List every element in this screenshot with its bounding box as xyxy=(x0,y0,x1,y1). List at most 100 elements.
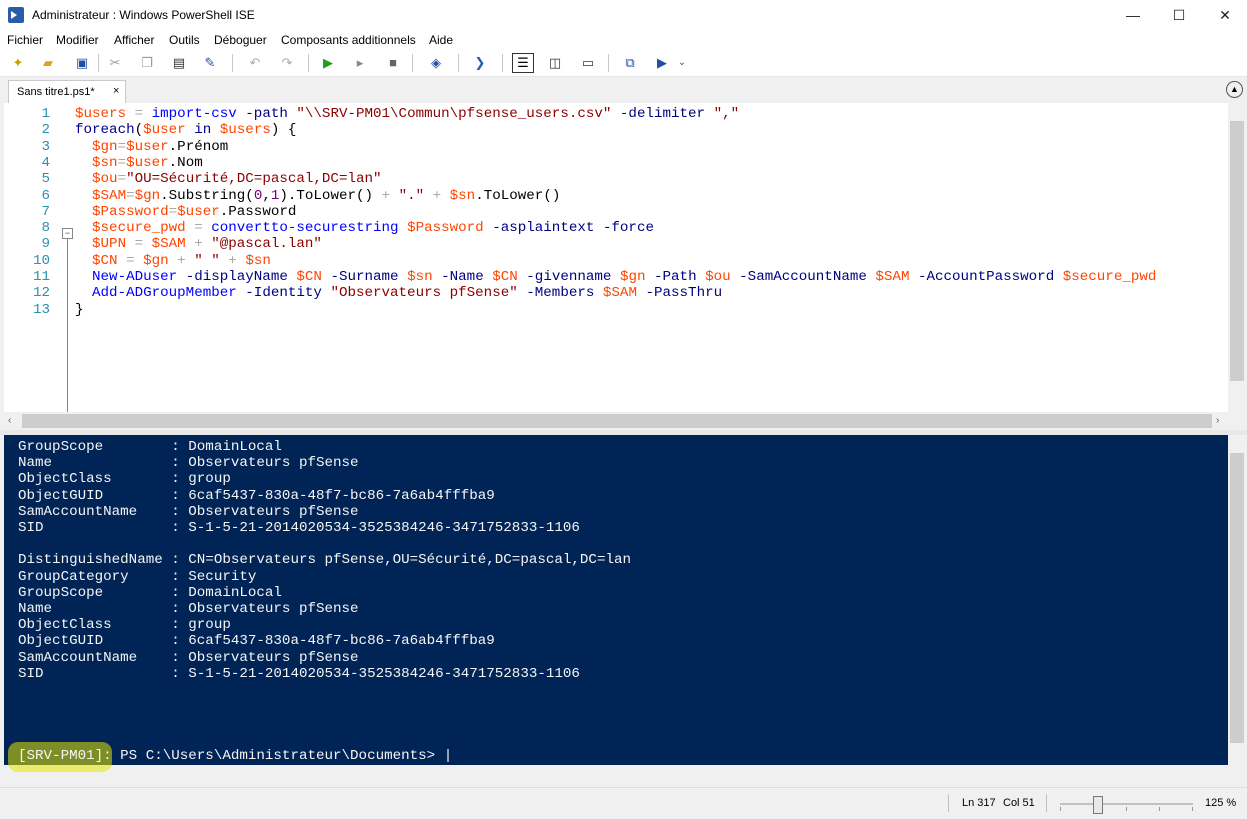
editor-vscroll-thumb[interactable] xyxy=(1230,121,1244,381)
run-selection-icon[interactable]: ▸ xyxy=(350,53,370,73)
line-number: 11 xyxy=(32,269,50,285)
menu-composants-additionnels[interactable]: Composants additionnels xyxy=(281,33,416,47)
toolbar-separator xyxy=(98,54,99,72)
powershell-icon[interactable]: ❯ xyxy=(470,53,490,73)
console-output-line: SID : S-1-5-21-2014020534-3525384246-347… xyxy=(18,665,580,682)
code-token: -force xyxy=(602,220,654,237)
menu-deboguer[interactable]: Déboguer xyxy=(214,33,267,47)
tab-close-icon[interactable]: × xyxy=(113,85,119,97)
minimize-button[interactable]: — xyxy=(1110,0,1156,30)
code-token: "@pascal.lan" xyxy=(211,236,322,253)
code-token: = xyxy=(117,138,127,155)
code-token: .ToLower() xyxy=(475,187,561,204)
code-token: = xyxy=(126,187,135,204)
code-line[interactable]: $users = import-csv -path "\\SRV-PM01\Co… xyxy=(75,106,739,122)
open-folder-icon[interactable]: ▰ xyxy=(38,53,58,73)
undo-icon[interactable]: ↶ xyxy=(245,53,265,73)
code-token: $CN xyxy=(92,252,118,269)
code-line[interactable]: New-ADuser -displayName $CN -Surname $sn… xyxy=(75,269,1156,285)
code-line[interactable]: $CN = $gn + " " + $sn xyxy=(75,253,271,269)
code-line[interactable]: $ou="OU=Sécurité,DC=pascal,DC=lan" xyxy=(75,171,381,187)
script-tabs: Sans titre1.ps1* × xyxy=(0,77,1247,103)
code-token: -Identity xyxy=(245,285,322,302)
scroll-right-icon[interactable]: › xyxy=(1216,415,1219,426)
paste-icon[interactable]: ▤ xyxy=(169,53,189,73)
code-line[interactable]: $Password=$user.Password xyxy=(75,204,296,220)
code-line[interactable]: Add-ADGroupMember -Identity "Observateur… xyxy=(75,285,722,301)
code-token: $UPN xyxy=(92,236,127,253)
layout-max-icon[interactable]: ▭ xyxy=(578,53,598,73)
code-line[interactable]: } xyxy=(75,302,84,318)
command-addon-icon[interactable]: ▶ xyxy=(652,53,672,73)
menu-aide[interactable]: Aide xyxy=(429,33,453,47)
console-output-line: ObjectGUID : 6caf5437-830a-48f7-bc86-7a6… xyxy=(18,633,495,650)
code-token: ) { xyxy=(270,122,297,139)
close-window-button[interactable]: ✕ xyxy=(1202,0,1247,30)
editor-vertical-scrollbar[interactable] xyxy=(1228,103,1246,412)
code-token: = xyxy=(126,236,152,253)
collapse-script-pane-icon[interactable]: ▲ xyxy=(1226,81,1243,98)
console-output-line: SamAccountName : Observateurs pfSense xyxy=(18,503,359,520)
code-token: $ou xyxy=(705,269,731,285)
copy-icon[interactable]: ❐ xyxy=(137,53,157,73)
run-icon[interactable]: ▶ xyxy=(318,53,338,73)
tab-sans-titre1[interactable]: Sans titre1.ps1* × xyxy=(8,80,126,103)
fold-toggle-icon[interactable]: − xyxy=(62,228,73,239)
code-line[interactable]: $UPN = $SAM + "@pascal.lan" xyxy=(75,236,322,252)
menu-fichier[interactable]: Fichier xyxy=(7,33,43,47)
status-separator xyxy=(948,794,949,812)
maximize-button[interactable]: ☐ xyxy=(1156,0,1202,30)
overflow-icon[interactable]: ⌄ xyxy=(676,53,688,73)
remote-icon[interactable]: ◈ xyxy=(426,53,446,73)
stop-icon[interactable]: ■ xyxy=(383,53,403,73)
zoom-slider-thumb[interactable] xyxy=(1093,796,1103,814)
editor-horizontal-scrollbar[interactable]: ‹ › xyxy=(4,412,1228,430)
code-token: $sn xyxy=(92,154,118,171)
code-line[interactable]: $sn=$user.Nom xyxy=(75,155,203,171)
editor-hscroll-thumb[interactable] xyxy=(22,414,1212,428)
show-commands-icon[interactable]: ⧉ xyxy=(620,53,640,73)
zoom-slider[interactable] xyxy=(1060,803,1193,805)
code-token: $gn xyxy=(92,138,118,155)
console-output-line: DistinguishedName : CN=Observateurs pfSe… xyxy=(18,552,631,569)
cut-icon[interactable]: ✂ xyxy=(105,53,125,73)
menu-outils[interactable]: Outils xyxy=(169,33,200,47)
new-file-icon[interactable]: ✦ xyxy=(8,53,28,73)
console-vscroll-thumb[interactable] xyxy=(1230,453,1244,743)
line-number: 10 xyxy=(32,252,50,269)
layout-right-icon[interactable]: ◫ xyxy=(545,53,565,73)
code-line[interactable]: $gn=$user.Prénom xyxy=(75,139,228,155)
toolbar: ✦ ▰ ▣ ✂ ❐ ▤ ✎ ↶ ↷ ▶ ▸ ■ ◈ ❯ ☰ ◫ ▭ ⧉ ▶ ⌄ xyxy=(0,50,1247,77)
code-line[interactable]: $SAM=$gn.Substring(0,1).ToLower() + "." … xyxy=(75,188,560,204)
zoom-tick xyxy=(1192,807,1193,811)
status-bar: Ln 317 Col 51 125 % xyxy=(0,787,1247,819)
code-token: ).ToLower() xyxy=(279,187,374,204)
menu-afficher[interactable]: Afficher xyxy=(114,33,154,47)
layout-top-icon[interactable]: ☰ xyxy=(512,53,534,73)
scroll-left-icon[interactable]: ‹ xyxy=(8,415,11,426)
console-pane[interactable]: GroupScope : DomainLocal Name : Observate… xyxy=(4,435,1228,765)
code-token: $CN xyxy=(296,269,322,285)
clear-icon[interactable]: ✎ xyxy=(200,53,220,73)
menu-modifier[interactable]: Modifier xyxy=(56,33,99,47)
script-editor[interactable]: − 1 $users = import-csv -path "\\SRV-PM01… xyxy=(4,103,1228,420)
code-line[interactable]: $secure_pwd = convertto-securestring $Pa… xyxy=(75,220,654,236)
code-token: -delimiter xyxy=(619,106,706,122)
console-prompt[interactable]: [SRV-PM01]: PS C:\Users\Administrateur\D… xyxy=(18,748,452,764)
console-vertical-scrollbar[interactable] xyxy=(1228,435,1246,765)
code-token: $SAM xyxy=(92,187,127,204)
redo-icon[interactable]: ↷ xyxy=(277,53,297,73)
console-output-line: GroupScope : DomainLocal xyxy=(18,584,282,601)
save-icon[interactable]: ▣ xyxy=(72,53,92,73)
code-line[interactable]: foreach($user in $users) { xyxy=(75,122,296,138)
